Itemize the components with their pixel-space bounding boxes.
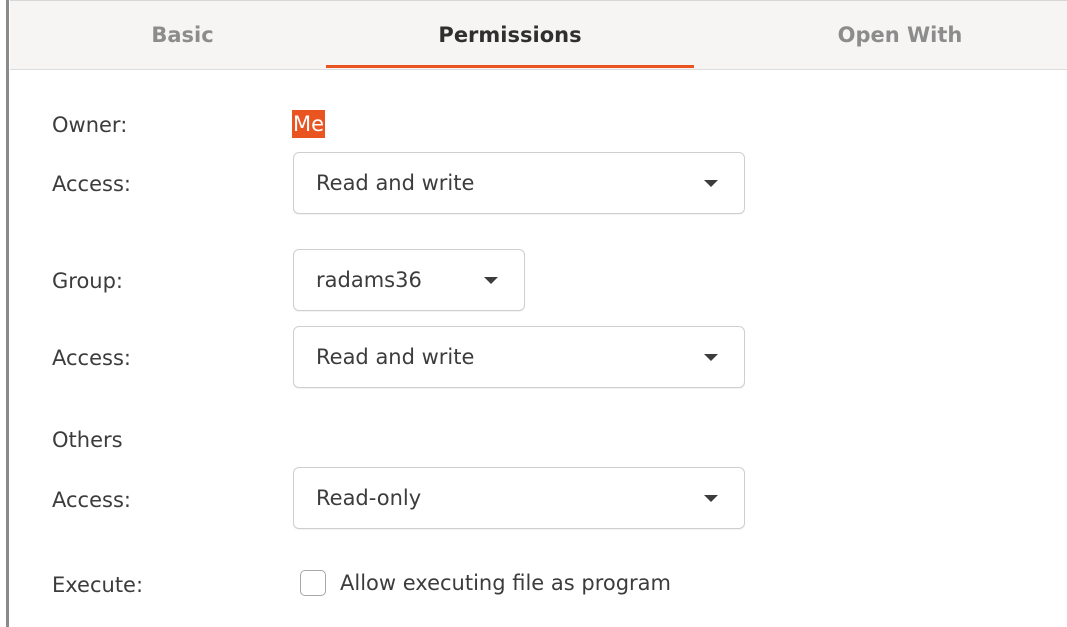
tab-basic[interactable]: Basic (10, 1, 355, 69)
others-access-label: Access: (52, 488, 131, 512)
chevron-down-icon (484, 277, 498, 284)
chevron-down-icon (704, 354, 718, 361)
group-label: Group: (52, 269, 124, 293)
execute-label: Execute: (52, 573, 144, 597)
owner-value: Me (292, 110, 326, 138)
tab-open-with[interactable]: Open With (710, 1, 1067, 69)
owner-access-value: Read and write (316, 171, 475, 195)
others-label: Others (52, 428, 123, 452)
owner-label: Owner: (52, 113, 128, 137)
group-dropdown[interactable]: radams36 (293, 249, 525, 311)
tab-bar: Basic Permissions Open With (10, 1, 1067, 70)
group-access-label: Access: (52, 346, 131, 370)
chevron-down-icon (704, 180, 718, 187)
others-access-value: Read-only (316, 486, 422, 510)
chevron-down-icon (704, 495, 718, 502)
window-left-border (0, 0, 10, 627)
tab-permissions[interactable]: Permissions (326, 1, 694, 69)
group-access-dropdown[interactable]: Read and write (293, 326, 745, 388)
owner-access-dropdown[interactable]: Read and write (293, 152, 745, 214)
owner-access-label: Access: (52, 172, 131, 196)
active-tab-indicator (326, 65, 694, 68)
execute-checkbox-label[interactable]: Allow executing file as program (340, 570, 671, 596)
execute-checkbox[interactable] (300, 570, 326, 596)
others-access-dropdown[interactable]: Read-only (293, 467, 745, 529)
group-value: radams36 (316, 268, 422, 292)
group-access-value: Read and write (316, 345, 475, 369)
